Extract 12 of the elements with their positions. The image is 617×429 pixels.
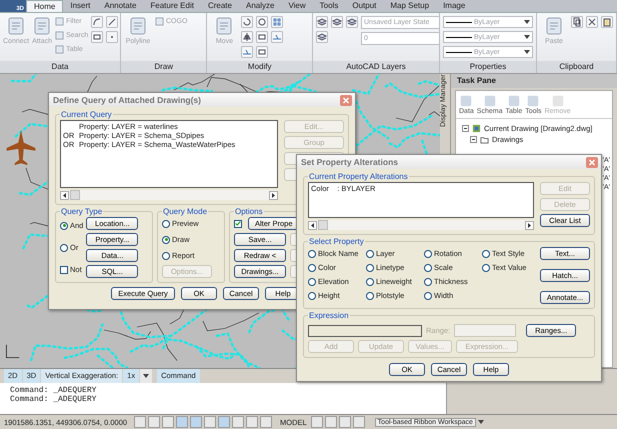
group-label: Select Property — [308, 237, 365, 246]
group-label: Current Query — [60, 110, 113, 119]
group-label: Query Mode — [162, 207, 208, 216]
command-line: Command: _ADEQUERY — [10, 386, 98, 395]
group-label: Current Property Alterations — [308, 172, 409, 181]
group-label: Query Type — [60, 207, 104, 216]
group-label: Options — [234, 208, 264, 216]
task-pane-title: Task Pane — [451, 74, 617, 88]
group-label: Expression — [308, 311, 350, 320]
command-line: Command: _ADEQUERY — [10, 395, 98, 404]
dialog-title: Define Query of Attached Drawing(s) — [53, 95, 201, 105]
dialog-title: Set Property Alterations — [301, 157, 398, 167]
